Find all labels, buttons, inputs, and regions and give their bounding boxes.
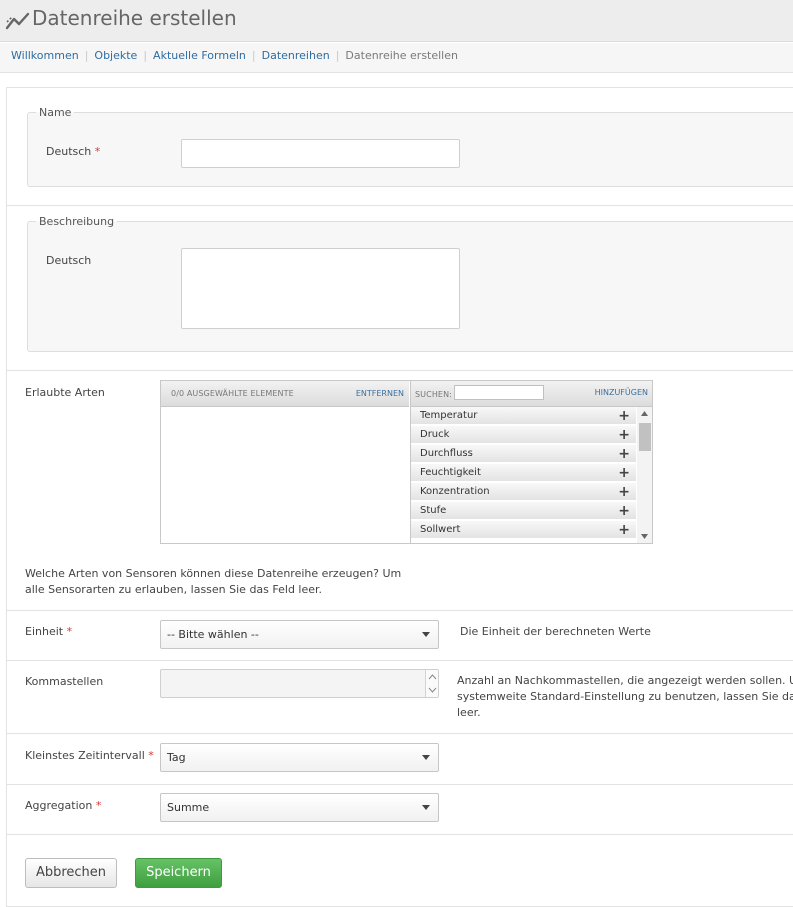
list-item-label: Durchfluss <box>420 448 473 459</box>
decimals-label: Kommastellen <box>25 675 104 688</box>
add-all-link[interactable]: HINZUFÜGEN <box>595 388 648 397</box>
list-scrollbar[interactable] <box>637 407 652 543</box>
name-de-input[interactable] <box>181 139 460 168</box>
selected-count-caption: 0/0 AUSGEWÄHLTE ELEMENTE <box>171 389 294 398</box>
plus-icon[interactable]: + <box>618 483 630 501</box>
breadcrumb-separator: | <box>84 49 89 62</box>
save-button[interactable]: Speichern <box>135 858 222 888</box>
allowed-types-help: Welche Arten von Sensoren können diese D… <box>25 566 401 598</box>
divider <box>6 205 793 206</box>
chevron-down-icon <box>422 805 430 810</box>
scroll-down-icon[interactable] <box>640 533 649 540</box>
divider <box>6 784 793 785</box>
divider <box>6 610 793 611</box>
selected-list <box>161 408 409 543</box>
description-legend: Beschreibung <box>39 215 115 228</box>
search-input[interactable] <box>454 385 544 400</box>
decimals-help: Anzahl an Nachkommastellen, die angezeig… <box>457 673 793 721</box>
list-item-konzentration[interactable]: Konzentration + <box>411 483 636 501</box>
stepper-up-icon[interactable] <box>428 673 437 681</box>
list-item-label: Sollwert <box>420 524 461 535</box>
unit-select[interactable]: -- Bitte wählen -- <box>160 620 439 649</box>
page-title: Datenreihe erstellen <box>32 6 237 30</box>
interval-select-value: Tag <box>167 751 186 764</box>
description-de-textarea[interactable] <box>181 248 460 329</box>
stepper-down-icon[interactable] <box>428 686 437 694</box>
remove-all-link[interactable]: ENTFERNEN <box>356 389 404 398</box>
interval-label: Kleinstes Zeitintervall * <box>25 749 154 762</box>
required-mark: * <box>94 145 101 158</box>
allowed-types-multiselect: 0/0 AUSGEWÄHLTE ELEMENTE ENTFERNEN SUCHE… <box>160 380 653 544</box>
breadcrumb: Willkommen | Objekte | Aktuelle Formeln | Date… <box>11 49 458 62</box>
unit-help: Die Einheit der berechneten Werte <box>460 625 651 638</box>
chevron-down-icon <box>422 632 430 637</box>
unit-select-value: -- Bitte wählen -- <box>167 628 259 641</box>
aggregation-select-value: Summe <box>167 801 210 814</box>
breadcrumb-separator: | <box>143 49 148 62</box>
breadcrumb-separator: | <box>251 49 256 62</box>
plus-icon[interactable]: + <box>618 426 630 444</box>
required-mark: * <box>95 799 102 812</box>
interval-label-text: Kleinstes Zeitintervall <box>25 749 145 762</box>
plus-icon[interactable]: + <box>618 445 630 463</box>
name-legend: Name <box>39 106 72 119</box>
breadcrumb-current: Datenreihe erstellen <box>345 49 458 62</box>
list-item-label: Feuchtigkeit <box>420 467 481 478</box>
list-item-label: Temperatur <box>420 410 478 421</box>
plus-icon[interactable]: + <box>618 464 630 482</box>
allowed-types-label: Erlaubte Arten <box>25 386 105 399</box>
plus-icon[interactable]: + <box>618 521 630 539</box>
list-item-temperatur[interactable]: Temperatur + <box>411 407 636 425</box>
list-item-label: Stufe <box>420 505 447 516</box>
interval-select[interactable]: Tag <box>160 743 439 772</box>
divider <box>6 733 793 734</box>
aggregation-label-text: Aggregation <box>25 799 93 812</box>
chevron-down-icon <box>422 755 430 760</box>
available-list-header: SUCHEN: HINZUFÜGEN <box>410 381 652 407</box>
list-item-druck[interactable]: Druck + <box>411 426 636 444</box>
list-item-label: Druck <box>420 429 450 440</box>
aggregation-label: Aggregation * <box>25 799 101 812</box>
help-line: Welche Arten von Sensoren können diese D… <box>25 567 402 580</box>
cancel-button[interactable]: Abbrechen <box>25 858 117 888</box>
unit-label: Einheit * <box>25 625 72 638</box>
divider <box>6 834 793 835</box>
search-label: SUCHEN: <box>415 390 452 399</box>
available-list: Temperatur + Druck + Durchfluss + Feuchtigk… <box>410 407 652 543</box>
list-item-feuchtigkeit[interactable]: Feuchtigkeit + <box>411 464 636 482</box>
required-mark: * <box>66 625 73 638</box>
decimals-stepper[interactable] <box>160 669 439 698</box>
aggregation-select[interactable]: Summe <box>160 793 439 822</box>
breadcrumb-link-willkommen[interactable]: Willkommen <box>11 49 79 62</box>
help-line: Anzahl an Nachkommastellen, die angezeig… <box>457 674 793 687</box>
list-item-sollwert[interactable]: Sollwert + <box>411 521 636 539</box>
breadcrumb-separator: | <box>335 49 340 62</box>
scrollbar-thumb[interactable] <box>639 423 651 451</box>
required-mark: * <box>148 749 154 762</box>
selected-list-header: 0/0 AUSGEWÄHLTE ELEMENTE ENTFERNEN <box>161 381 409 407</box>
unit-label-text: Einheit <box>25 625 64 638</box>
breadcrumb-link-objekte[interactable]: Objekte <box>94 49 137 62</box>
list-item-stufe[interactable]: Stufe + <box>411 502 636 520</box>
breadcrumb-link-datenreihen[interactable]: Datenreihen <box>262 49 330 62</box>
scroll-up-icon[interactable] <box>640 410 649 417</box>
chart-line-icon <box>5 12 30 30</box>
stepper-buttons <box>425 670 438 697</box>
list-item-label: Konzentration <box>420 486 490 497</box>
divider <box>6 660 793 661</box>
divider <box>6 370 793 371</box>
description-de-label: Deutsch <box>46 254 92 267</box>
plus-icon[interactable]: + <box>618 502 630 520</box>
plus-icon[interactable]: + <box>618 407 630 425</box>
help-line: alle Sensorarten zu erlauben, lassen Sie… <box>25 583 323 596</box>
list-item-durchfluss[interactable]: Durchfluss + <box>411 445 636 463</box>
breadcrumb-link-aktuelle-formeln[interactable]: Aktuelle Formeln <box>153 49 246 62</box>
name-de-label: Deutsch * <box>46 145 100 158</box>
help-line: systemweite Standard-Einstellung zu benu… <box>457 690 793 703</box>
help-line: leer. <box>457 706 481 719</box>
name-de-label-text: Deutsch <box>46 145 92 158</box>
